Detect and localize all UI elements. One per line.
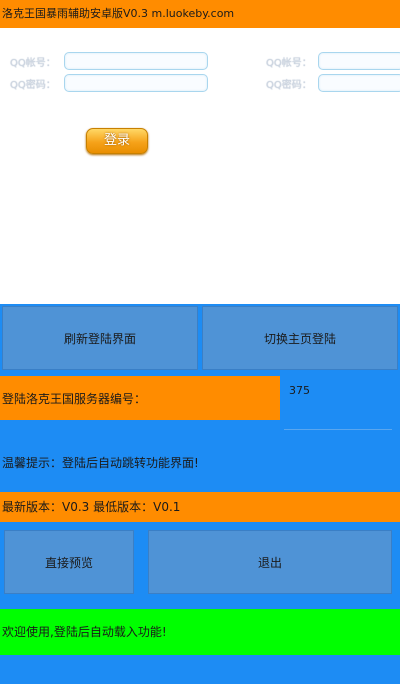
qq-password-label-left: QQ密码： — [10, 80, 56, 91]
login-button[interactable]: 登录 — [86, 128, 148, 154]
login-area: QQ帐号： QQ密码： QQ帐号： QQ密码： 登录 — [0, 28, 400, 304]
qq-account-input-right[interactable] — [318, 52, 400, 70]
control-panel: 刷新登陆界面 切换主页登陆 登陆洛克王国服务器编号： 375 温馨提示：登陆后自… — [0, 304, 400, 684]
switch-home-login-button[interactable]: 切换主页登陆 — [202, 306, 398, 370]
app-title: 洛克王国暴雨辅助安卓版V0.3 m.luokeby.com — [0, 0, 400, 28]
welcome-text: 欢迎使用,登陆后自动载入功能! — [0, 609, 400, 655]
qq-account-label-right: QQ帐号： — [266, 58, 312, 69]
exit-button[interactable]: 退出 — [148, 530, 392, 594]
tip-text: 温馨提示：登陆后自动跳转功能界面! — [2, 456, 199, 470]
version-text: 最新版本：V0.3 最低版本：V0.1 — [0, 492, 400, 522]
qq-password-label-right: QQ密码： — [266, 80, 312, 91]
qq-password-input-left[interactable] — [64, 74, 208, 92]
qq-account-label-left: QQ帐号： — [10, 58, 56, 69]
refresh-login-button[interactable]: 刷新登陆界面 — [2, 306, 198, 370]
qq-account-input-left[interactable] — [64, 52, 208, 70]
preview-button[interactable]: 直接预览 — [4, 530, 134, 594]
qq-password-input-right[interactable] — [318, 74, 400, 92]
server-number-input[interactable]: 375 — [284, 376, 392, 430]
server-label: 登陆洛克王国服务器编号： — [0, 376, 280, 420]
